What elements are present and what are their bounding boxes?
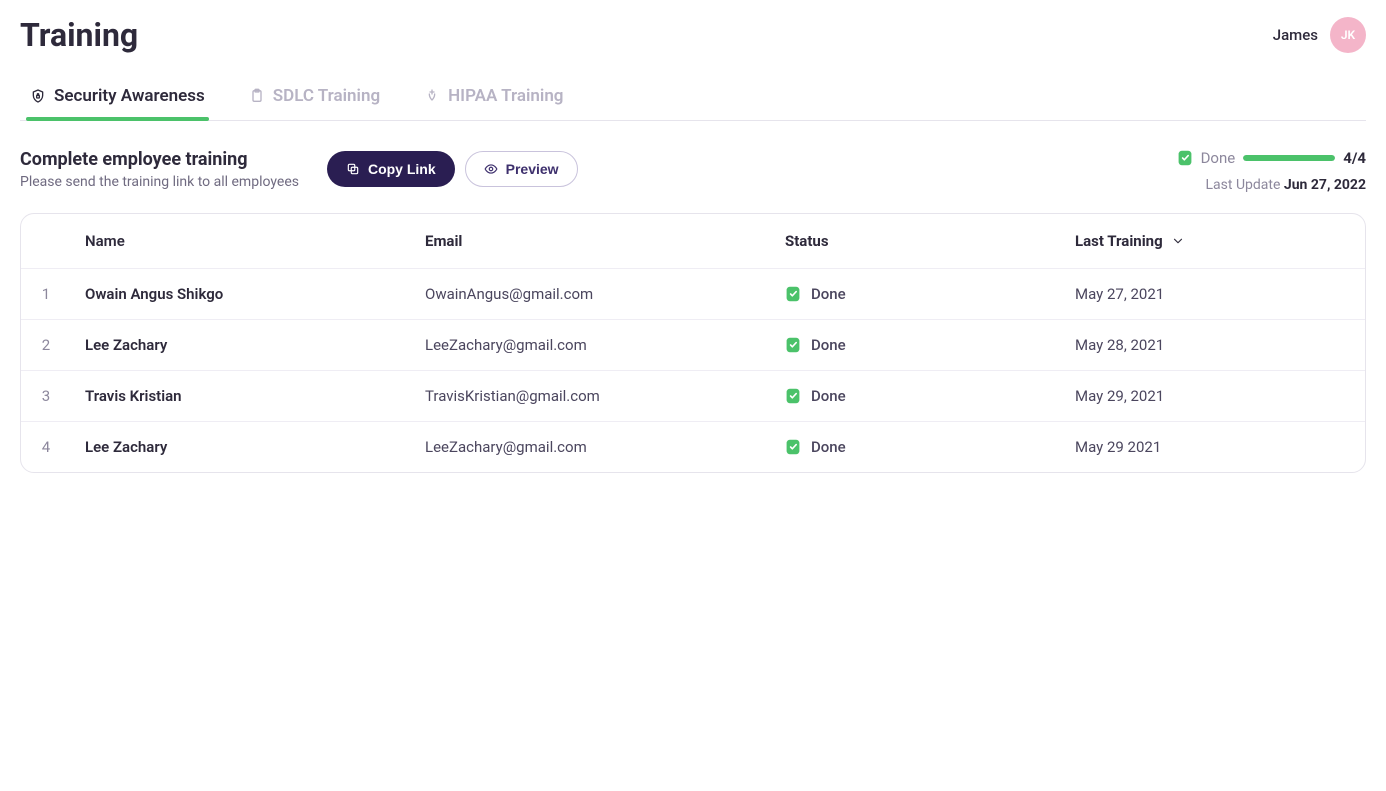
row-status: Done	[811, 387, 846, 405]
table-row[interactable]: 4 Lee Zachary LeeZachary@gmail.com Done …	[21, 422, 1365, 473]
last-update-label: Last Update	[1206, 177, 1281, 193]
row-last-training: May 27, 2021	[1061, 269, 1365, 320]
tab-sdlc-training[interactable]: SDLC Training	[245, 76, 384, 120]
tab-label: Security Awareness	[54, 86, 205, 106]
section-header: Complete employee training Please send t…	[20, 149, 1366, 193]
progress-summary: Done 4/4 Last Update Jun 27, 2022	[1177, 149, 1366, 193]
employee-table: Name Email Status Last Training 1 Owain …	[20, 213, 1366, 473]
row-status: Done	[811, 438, 846, 456]
copy-icon	[346, 162, 360, 176]
row-name: Lee Zachary	[71, 320, 411, 371]
done-badge-icon	[785, 438, 801, 456]
done-badge-icon	[1177, 149, 1193, 167]
tab-hipaa-training[interactable]: HIPAA Training	[420, 76, 567, 120]
col-header-email: Email	[425, 232, 462, 250]
copy-link-label: Copy Link	[368, 161, 436, 177]
row-name: Owain Angus Shikgo	[71, 269, 411, 320]
row-index: 4	[21, 422, 71, 473]
row-index: 2	[21, 320, 71, 371]
last-update: Last Update Jun 27, 2022	[1177, 177, 1366, 193]
row-name: Lee Zachary	[71, 422, 411, 473]
eye-icon	[484, 162, 498, 176]
col-header-last-training-label: Last Training	[1075, 232, 1163, 250]
col-header-status: Status	[785, 232, 829, 250]
row-index: 3	[21, 371, 71, 422]
copy-link-button[interactable]: Copy Link	[327, 151, 455, 187]
col-header-last-training[interactable]: Last Training	[1075, 232, 1185, 250]
tab-security-awareness[interactable]: Security Awareness	[26, 76, 209, 120]
row-index: 1	[21, 269, 71, 320]
row-email: OwainAngus@gmail.com	[411, 269, 771, 320]
last-update-value: Jun 27, 2022	[1284, 177, 1366, 193]
row-name: Travis Kristian	[71, 371, 411, 422]
user-menu[interactable]: James JK	[1273, 17, 1366, 53]
progress-fill	[1243, 155, 1335, 161]
row-last-training: May 28, 2021	[1061, 320, 1365, 371]
done-badge-icon	[785, 387, 801, 405]
row-status: Done	[811, 336, 846, 354]
section-titles: Complete employee training Please send t…	[20, 149, 299, 190]
row-last-training: May 29 2021	[1061, 422, 1365, 473]
done-badge-icon	[785, 336, 801, 354]
progress-bar	[1243, 155, 1335, 161]
row-last-training: May 29, 2021	[1061, 371, 1365, 422]
table-row[interactable]: 3 Travis Kristian TravisKristian@gmail.c…	[21, 371, 1365, 422]
table-row[interactable]: 2 Lee Zachary LeeZachary@gmail.com Done …	[21, 320, 1365, 371]
done-badge-icon	[785, 285, 801, 303]
clipboard-icon	[249, 88, 265, 104]
col-header-name: Name	[85, 232, 125, 250]
shield-lock-icon	[30, 88, 46, 104]
progress-count: 4/4	[1343, 149, 1366, 167]
page-title: Training	[20, 16, 138, 54]
avatar[interactable]: JK	[1330, 17, 1366, 53]
row-email: TravisKristian@gmail.com	[411, 371, 771, 422]
preview-label: Preview	[506, 161, 559, 177]
tab-bar: Security Awareness SDLC Training HIPAA T…	[20, 76, 1366, 121]
row-status: Done	[811, 285, 846, 303]
table-header-row: Name Email Status Last Training	[21, 214, 1365, 269]
row-email: LeeZachary@gmail.com	[411, 422, 771, 473]
tab-label: HIPAA Training	[448, 86, 563, 106]
section-description: Please send the training link to all emp…	[20, 174, 299, 190]
row-email: LeeZachary@gmail.com	[411, 320, 771, 371]
medical-icon	[424, 88, 440, 104]
preview-button[interactable]: Preview	[465, 151, 578, 187]
section-actions: Copy Link Preview	[327, 151, 578, 187]
header-bar: Training James JK	[20, 16, 1366, 54]
section-title: Complete employee training	[20, 149, 299, 170]
user-name: James	[1273, 26, 1318, 44]
chevron-down-icon	[1171, 234, 1185, 248]
tab-label: SDLC Training	[273, 86, 380, 106]
summary-status-label: Done	[1201, 149, 1236, 167]
table-row[interactable]: 1 Owain Angus Shikgo OwainAngus@gmail.co…	[21, 269, 1365, 320]
